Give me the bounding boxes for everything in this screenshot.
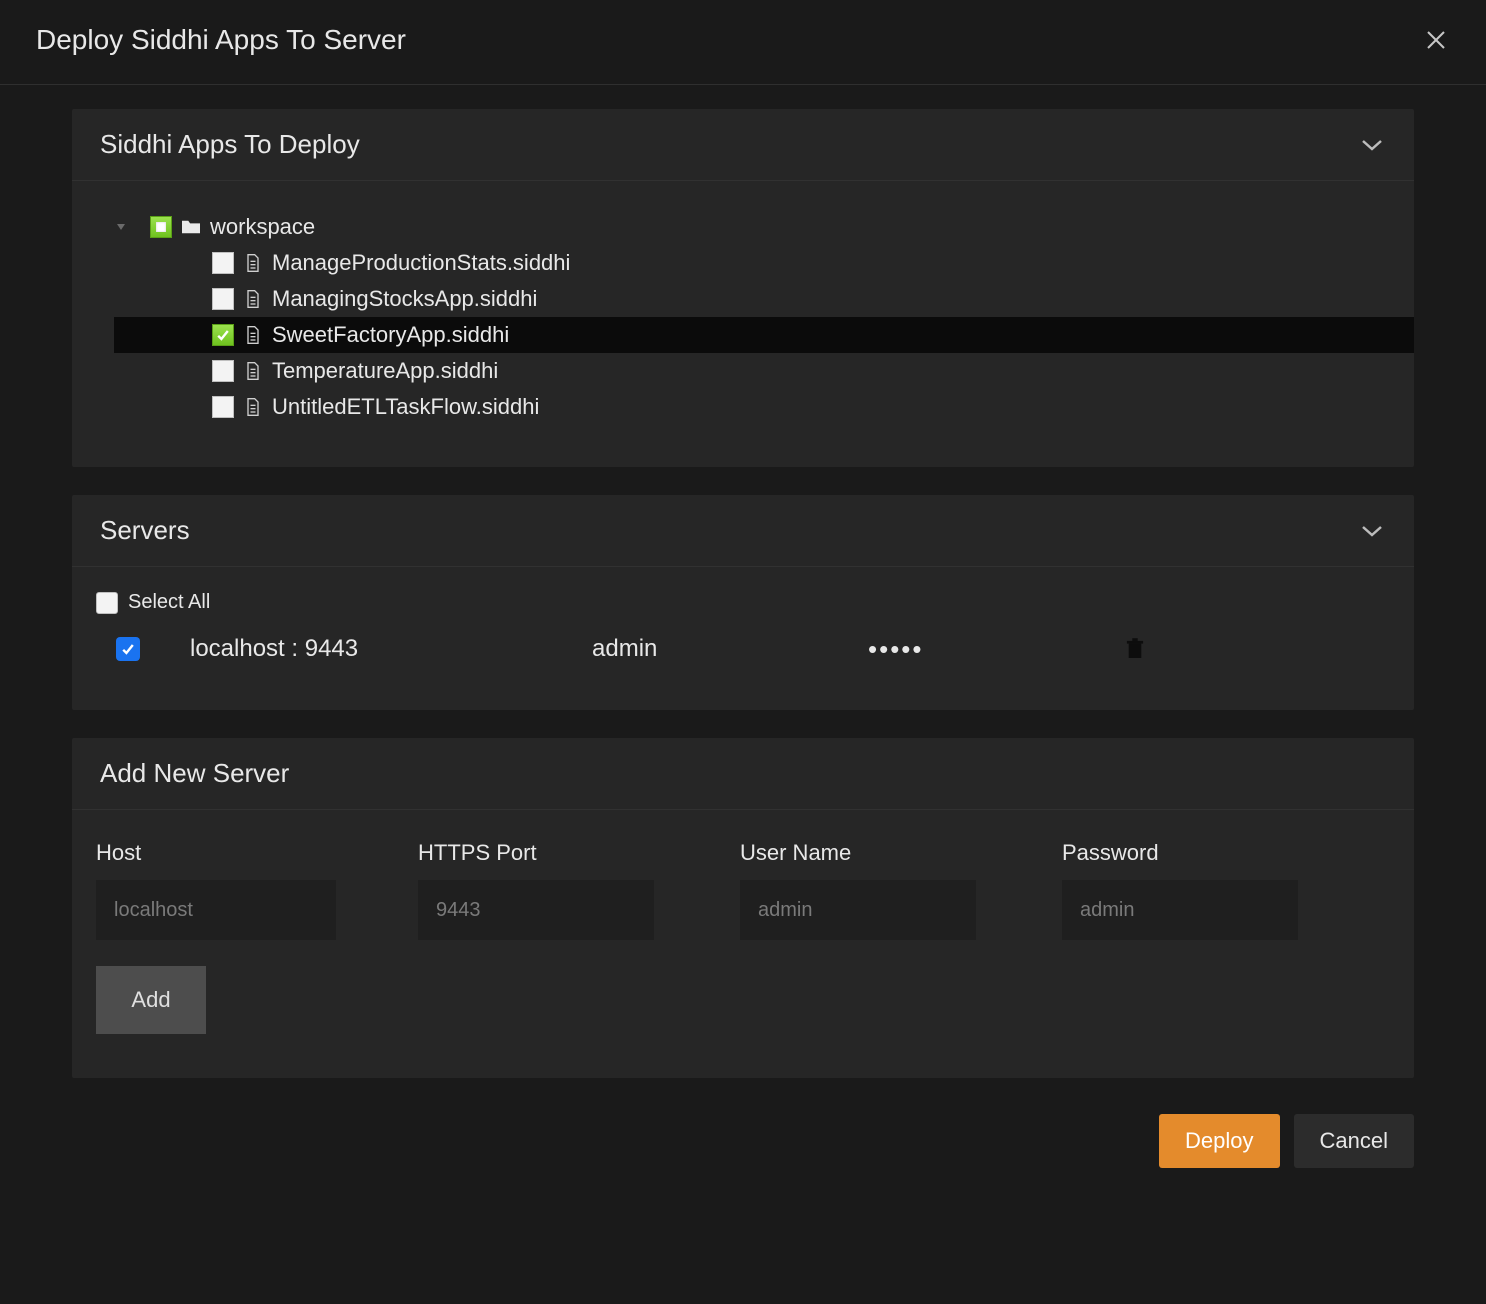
tree-item-label: UntitledETLTaskFlow.siddhi (272, 394, 539, 420)
file-checkbox[interactable] (212, 324, 234, 346)
folder-icon (180, 217, 202, 237)
chevron-down-icon (1358, 522, 1386, 540)
server-host: localhost : 9443 (176, 635, 556, 663)
select-all-checkbox[interactable] (96, 592, 118, 614)
dialog-content: Siddhi Apps To Deploy (0, 85, 1486, 1078)
file-checkbox[interactable] (212, 288, 234, 310)
file-checkbox[interactable] (212, 396, 234, 418)
dialog-header: Deploy Siddhi Apps To Server (0, 0, 1486, 85)
caret-down-icon (114, 220, 128, 234)
deploy-dialog: Deploy Siddhi Apps To Server Siddhi Apps… (0, 0, 1486, 1304)
file-checkbox[interactable] (212, 252, 234, 274)
tree-item-label: ManagingStocksApp.siddhi (272, 286, 537, 312)
file-icon (242, 289, 264, 309)
chevron-down-icon (1358, 136, 1386, 154)
cancel-button[interactable]: Cancel (1294, 1114, 1414, 1168)
file-icon (242, 397, 264, 417)
pass-label: Password (1062, 840, 1302, 866)
dialog-title: Deploy Siddhi Apps To Server (36, 24, 406, 56)
servers-panel: Servers Select All localhost : 9443 admin… (72, 495, 1414, 710)
server-checkbox[interactable] (116, 637, 140, 661)
servers-panel-header[interactable]: Servers (72, 495, 1414, 567)
servers-panel-title: Servers (100, 515, 190, 546)
file-checkbox[interactable] (212, 360, 234, 382)
server-password: ••••• (868, 634, 1068, 665)
add-server-title: Add New Server (100, 758, 289, 789)
server-user: admin (592, 635, 832, 663)
add-button[interactable]: Add (96, 966, 206, 1034)
add-server-panel: Add New Server Host HTTPS Port User Name (72, 738, 1414, 1078)
user-input[interactable] (740, 880, 976, 940)
tree-item-label: TemperatureApp.siddhi (272, 358, 498, 384)
servers-body: Select All localhost : 9443 admin ••••• (72, 567, 1414, 710)
tree-item-label: SweetFactoryApp.siddhi (272, 322, 509, 348)
apps-panel: Siddhi Apps To Deploy (72, 109, 1414, 467)
apps-panel-header[interactable]: Siddhi Apps To Deploy (72, 109, 1414, 181)
tree-item-label: ManageProductionStats.siddhi (272, 250, 570, 276)
file-icon (242, 253, 264, 273)
tree-item[interactable]: ManageProductionStats.siddhi (114, 245, 1414, 281)
trash-icon[interactable] (1124, 636, 1146, 662)
deploy-button[interactable]: Deploy (1159, 1114, 1279, 1168)
select-all-row: Select All (96, 591, 1390, 614)
server-row: localhost : 9443 admin ••••• (96, 628, 1390, 670)
file-icon (242, 361, 264, 381)
apps-tree: workspace ManageProductionStats.siddhi Ma… (72, 181, 1414, 467)
host-label: Host (96, 840, 336, 866)
dialog-footer: Deploy Cancel (0, 1106, 1486, 1168)
tree-item[interactable]: UntitledETLTaskFlow.siddhi (114, 389, 1414, 425)
user-label: User Name (740, 840, 980, 866)
tree-item[interactable]: ManagingStocksApp.siddhi (114, 281, 1414, 317)
workspace-checkbox[interactable] (150, 216, 172, 238)
host-input[interactable] (96, 880, 336, 940)
file-icon (242, 325, 264, 345)
tree-item[interactable]: SweetFactoryApp.siddhi (114, 317, 1414, 353)
add-server-body: Host HTTPS Port User Name Password (72, 810, 1414, 1078)
tree-root-label: workspace (210, 214, 315, 240)
pass-input[interactable] (1062, 880, 1298, 940)
apps-panel-title: Siddhi Apps To Deploy (100, 129, 360, 160)
port-input[interactable] (418, 880, 654, 940)
close-icon[interactable] (1422, 26, 1450, 54)
tree-item[interactable]: TemperatureApp.siddhi (114, 353, 1414, 389)
add-server-header: Add New Server (72, 738, 1414, 810)
tree-root-row[interactable]: workspace (114, 209, 1414, 245)
port-label: HTTPS Port (418, 840, 658, 866)
select-all-label: Select All (128, 591, 210, 614)
